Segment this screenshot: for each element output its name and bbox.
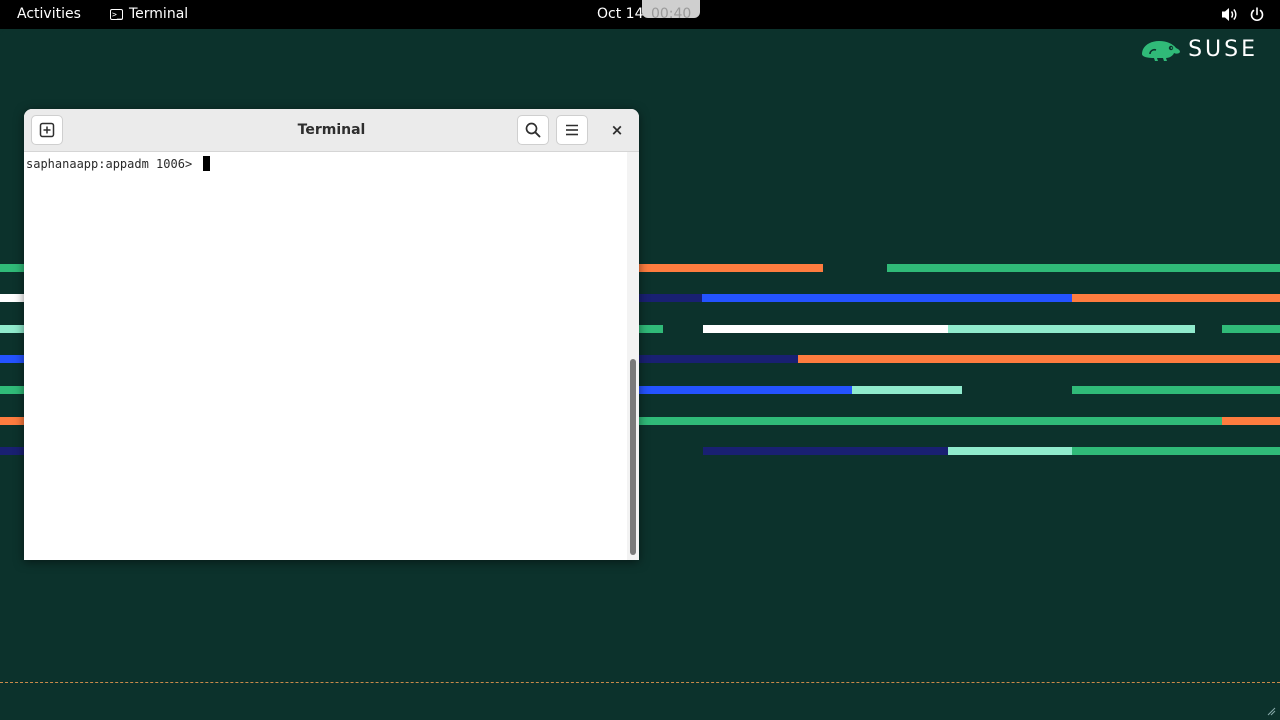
wallpaper-stripe [703,325,948,333]
new-tab-icon [39,122,55,138]
wallpaper-stripe [0,325,24,333]
scrollbar-thumb[interactable] [630,359,636,555]
text-cursor [203,156,211,171]
speaker-icon[interactable] [1221,0,1237,29]
terminal-output-area[interactable]: saphanaapp:appadm 1006> [24,152,627,560]
terminal-app-icon: >_ [110,9,123,20]
terminal-window[interactable]: Terminal × saphanaapp:appadm 1006> [24,109,639,560]
hamburger-menu-icon [566,124,578,136]
wallpaper-stripe [948,447,1072,455]
top-bar: Activities >_ Terminal Oct 14 00:40 [0,0,1280,29]
suse-logo: SUSE [1140,37,1258,62]
wallpaper-stripe [703,447,948,455]
clock[interactable]: Oct 14 00:40 [597,0,691,29]
clock-time: 00:40 [650,6,692,22]
shell-prompt: saphanaapp:appadm 1006> [26,156,200,171]
wallpaper-stripe [948,325,1195,333]
wallpaper-stripe [639,264,823,272]
wallpaper-stripe [0,355,24,363]
wallpaper-stripe [852,386,962,394]
app-menu-label: Terminal [129,6,189,22]
app-menu-terminal[interactable]: >_ Terminal [110,0,188,29]
clock-date: Oct 14 [597,6,644,22]
main-menu-button[interactable] [556,115,588,145]
wallpaper-stripe [0,294,24,302]
wallpaper-stripe [1072,447,1280,455]
wallpaper-stripe [1222,417,1280,425]
search-button[interactable] [517,115,549,145]
power-icon[interactable] [1249,0,1265,29]
wallpaper-stripe [639,325,663,333]
wallpaper-stripe [887,264,1280,272]
terminal-scrollbar[interactable] [627,152,639,560]
wallpaper-stripe [798,355,1280,363]
shell-prompt-line: saphanaapp:appadm 1006> [26,156,211,171]
wallpaper-stripe [0,417,24,425]
wallpaper-stripe [1222,325,1280,333]
wallpaper-stripe [1072,386,1280,394]
wallpaper-stripe [0,386,24,394]
wallpaper-stripe [702,294,1072,302]
wallpaper-stripe [639,355,798,363]
activities-button[interactable]: Activities [17,0,81,29]
suse-wordmark: SUSE [1188,37,1258,62]
close-icon: × [610,121,624,139]
new-tab-button[interactable] [31,115,63,145]
resize-grip-icon [1267,707,1276,716]
chameleon-icon [1142,40,1181,61]
wallpaper-stripe [639,386,852,394]
terminal-headerbar[interactable]: Terminal × [24,109,639,152]
wallpaper-stripe [639,417,1222,425]
search-icon [525,122,541,138]
wallpaper-dashed-line [0,682,1280,683]
wallpaper-stripe [639,294,702,302]
wallpaper-stripe [1072,294,1280,302]
wallpaper-stripe [0,447,24,455]
close-window-button[interactable]: × [607,115,627,145]
wallpaper-stripe [0,264,24,272]
